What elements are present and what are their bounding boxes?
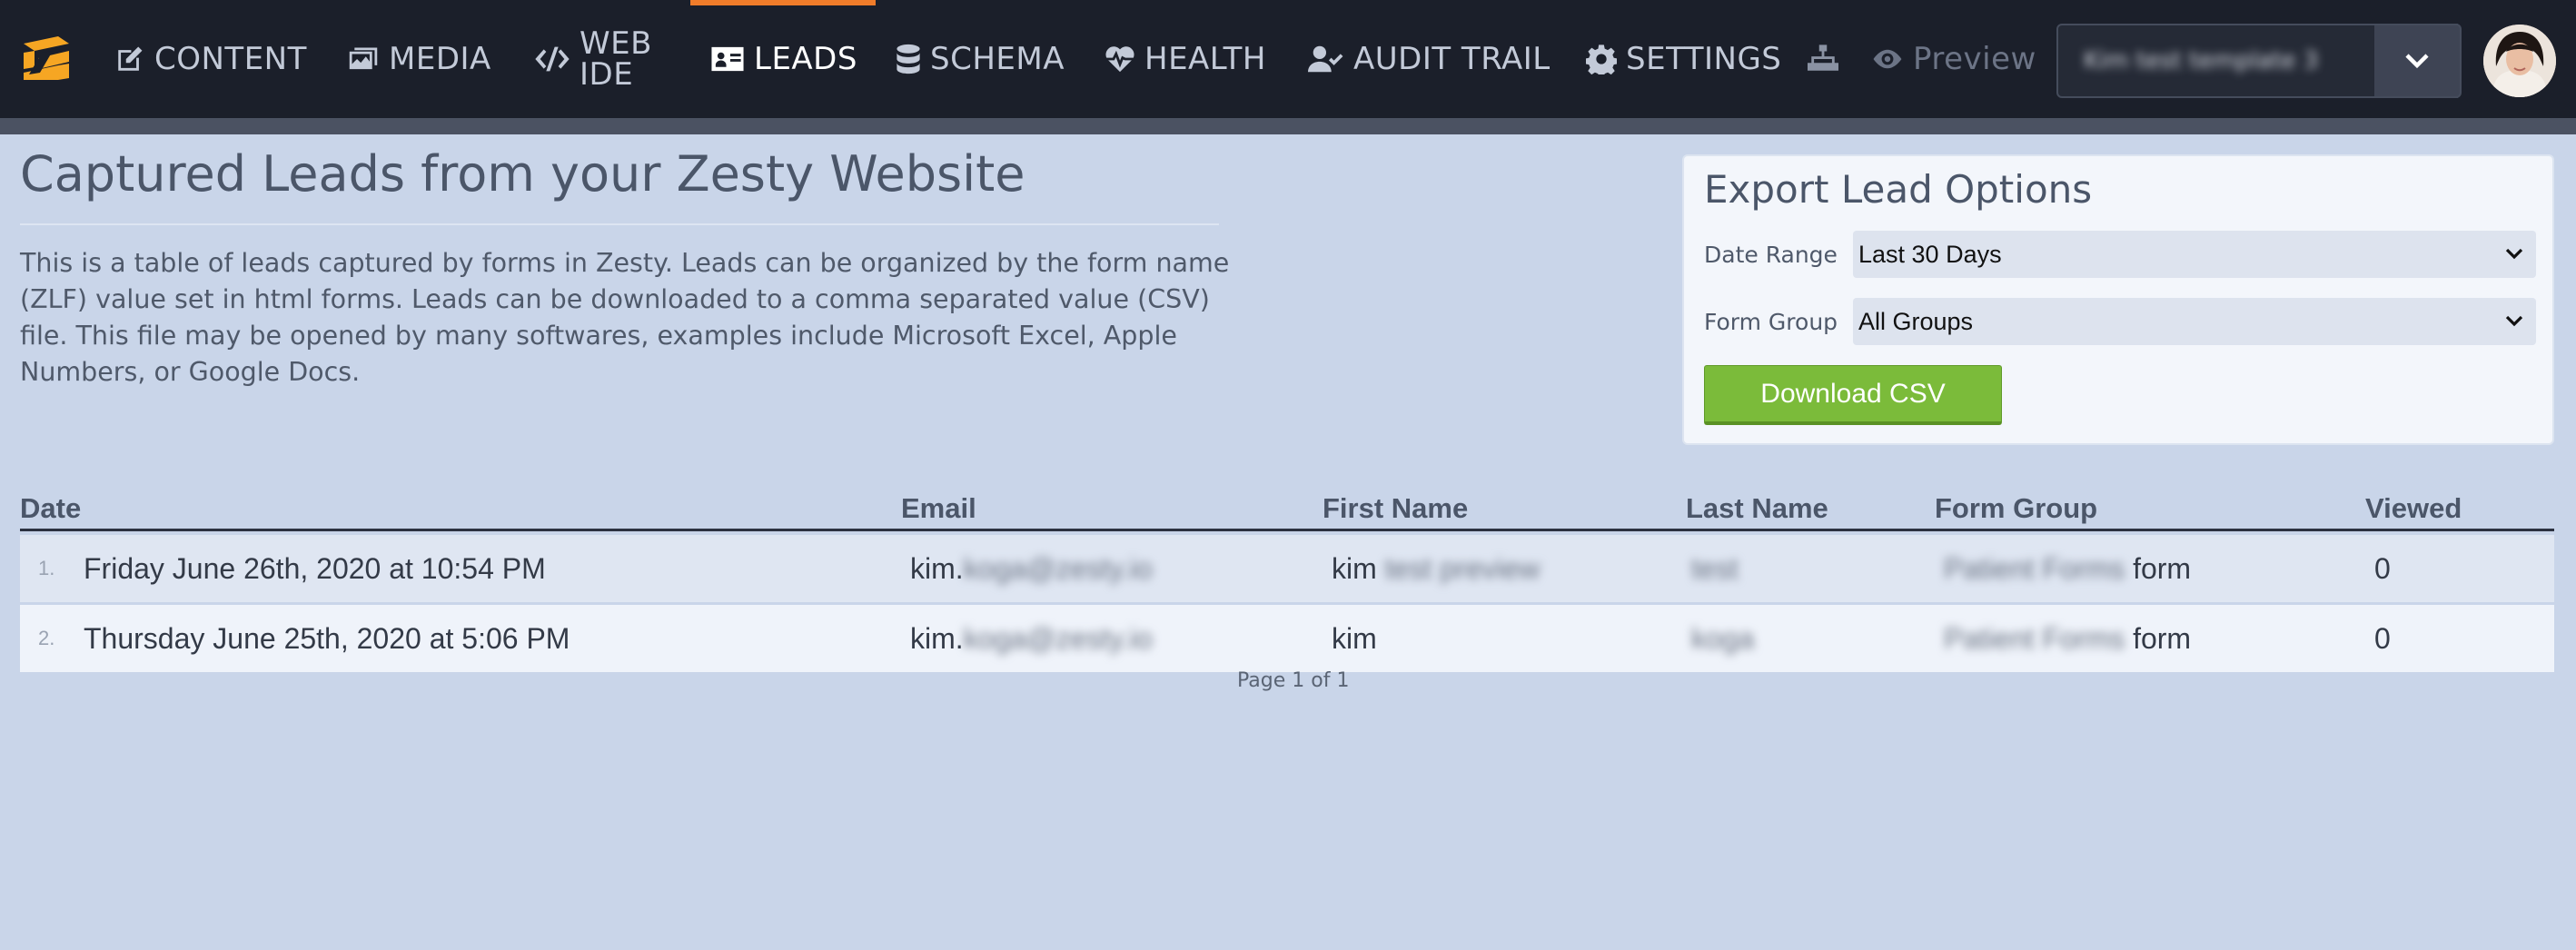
date-range-value: Last 30 Days	[1858, 240, 2002, 268]
lead-date: Thursday June 25th, 2020 at 5:06 PM	[84, 621, 570, 655]
nav-audit-trail[interactable]: AUDIT TRAIL	[1308, 0, 1551, 118]
nav-leads-label: LEADS	[754, 41, 857, 77]
download-csv-button[interactable]: Download CSV	[1704, 365, 2002, 425]
nav-web-ide[interactable]: WEB IDE	[534, 0, 652, 118]
pagination-info: Page 1 of 1	[1237, 669, 1350, 692]
lead-date: Friday June 26th, 2020 at 10:54 PM	[84, 551, 546, 585]
column-header-email[interactable]: Email	[901, 492, 976, 525]
nav-settings-label: SETTINGS	[1626, 41, 1782, 77]
column-header-viewed[interactable]: Viewed	[2365, 492, 2462, 525]
page-title: Captured Leads from your Zesty Website	[20, 145, 1025, 203]
instance-dropdown-toggle[interactable]	[2374, 24, 2462, 98]
lead-last-name: koga	[1691, 621, 1755, 655]
nav-content[interactable]: CONTENT	[114, 0, 307, 118]
column-header-form-group[interactable]: Form Group	[1935, 492, 2097, 525]
form-group-select[interactable]: All Groups	[1853, 298, 2536, 345]
nav-audit-trail-label: AUDIT TRAIL	[1353, 41, 1551, 77]
lead-viewed: 0	[2374, 621, 2391, 655]
preview-link[interactable]: Preview	[1871, 0, 2036, 118]
table-row[interactable]: 1. Friday June 26th, 2020 at 10:54 PM ki…	[20, 535, 2554, 602]
lead-email-prefix: kim.	[910, 621, 964, 655]
row-number: 2.	[38, 627, 55, 649]
nav-web-ide-label-line2: IDE	[580, 56, 634, 93]
heartbeat-icon	[1105, 46, 1134, 73]
nav-media-label: MEDIA	[389, 41, 491, 77]
nav-settings[interactable]: SETTINGS	[1586, 0, 1781, 118]
nav-health[interactable]: HEALTH	[1105, 0, 1266, 118]
chevron-down-icon	[2405, 54, 2429, 69]
images-icon	[349, 47, 378, 70]
lead-form-group-suffix: form	[2133, 621, 2192, 655]
row-number: 1.	[38, 557, 55, 579]
eye-icon	[1873, 49, 1902, 69]
lead-email: kim. koga@zesty.io	[910, 535, 1153, 602]
sitemap-icon	[1808, 45, 1838, 71]
lead-first-name-visible: kim	[1332, 551, 1377, 585]
nav-schema[interactable]: SCHEMA	[896, 0, 1065, 118]
lead-form-group-redacted: Patient Forms	[1944, 551, 2125, 585]
lead-email-redacted: koga@zesty.io	[963, 621, 1153, 655]
chevron-down-icon	[2505, 315, 2523, 327]
zesty-logo-icon[interactable]	[16, 31, 76, 85]
sitemap-button[interactable]	[1806, 0, 1840, 118]
nav-schema-label: SCHEMA	[930, 41, 1065, 77]
lead-first-name: kim test preview	[1332, 535, 1540, 602]
export-panel-title: Export Lead Options	[1704, 167, 2093, 212]
column-header-first-name[interactable]: First Name	[1323, 492, 1468, 525]
nav-web-ide-label-line1: WEB	[580, 25, 652, 62]
address-card-icon	[711, 46, 744, 72]
nav-content-label: CONTENT	[154, 41, 307, 77]
lead-last-name: test	[1691, 551, 1739, 585]
form-group-value: All Groups	[1858, 307, 1974, 335]
instance-name: Kim test template 3	[2084, 47, 2319, 74]
code-icon	[535, 46, 570, 72]
user-check-icon	[1308, 45, 1343, 73]
table-header-rule	[20, 529, 2554, 531]
nav-media[interactable]: MEDIA	[347, 0, 491, 118]
page-description: This is a table of leads captured by for…	[20, 248, 1230, 387]
avatar-image	[2483, 25, 2556, 97]
lead-email-redacted: koga@zesty.io	[963, 551, 1153, 585]
lead-viewed: 0	[2374, 551, 2391, 585]
nav-divider	[0, 118, 2576, 134]
lead-form-group-redacted: Patient Forms	[1944, 621, 2125, 655]
top-navigation: CONTENT MEDIA WEB IDE LEADS SCHEMA HEALT…	[0, 0, 2576, 118]
export-options-panel: Export Lead Options Date Range Last 30 D…	[1682, 154, 2554, 445]
lead-form-group: Patient Forms form	[1944, 605, 2191, 672]
column-header-last-name[interactable]: Last Name	[1686, 492, 1828, 525]
nav-leads[interactable]: LEADS	[710, 0, 857, 118]
lead-first-name-redacted: test preview	[1384, 551, 1541, 585]
lead-form-group: Patient Forms form	[1944, 535, 2191, 602]
lead-form-group-suffix: form	[2133, 551, 2192, 585]
lead-email-prefix: kim.	[910, 551, 964, 585]
edit-icon	[118, 46, 143, 71]
user-avatar[interactable]	[2483, 25, 2556, 97]
lead-first-name: kim	[1332, 621, 1377, 655]
table-row[interactable]: 2. Thursday June 25th, 2020 at 5:06 PM k…	[20, 605, 2554, 672]
date-range-label: Date Range	[1704, 242, 1838, 268]
chevron-down-icon	[2505, 248, 2523, 260]
gear-icon	[1586, 45, 1617, 74]
lead-email: kim. koga@zesty.io	[910, 605, 1153, 672]
nav-health-label: HEALTH	[1144, 41, 1266, 77]
preview-label: Preview	[1913, 41, 2036, 77]
form-group-label: Form Group	[1704, 309, 1838, 335]
date-range-select[interactable]: Last 30 Days	[1853, 231, 2536, 278]
title-divider	[20, 223, 1219, 225]
column-header-date[interactable]: Date	[20, 492, 81, 525]
database-icon	[897, 44, 920, 74]
